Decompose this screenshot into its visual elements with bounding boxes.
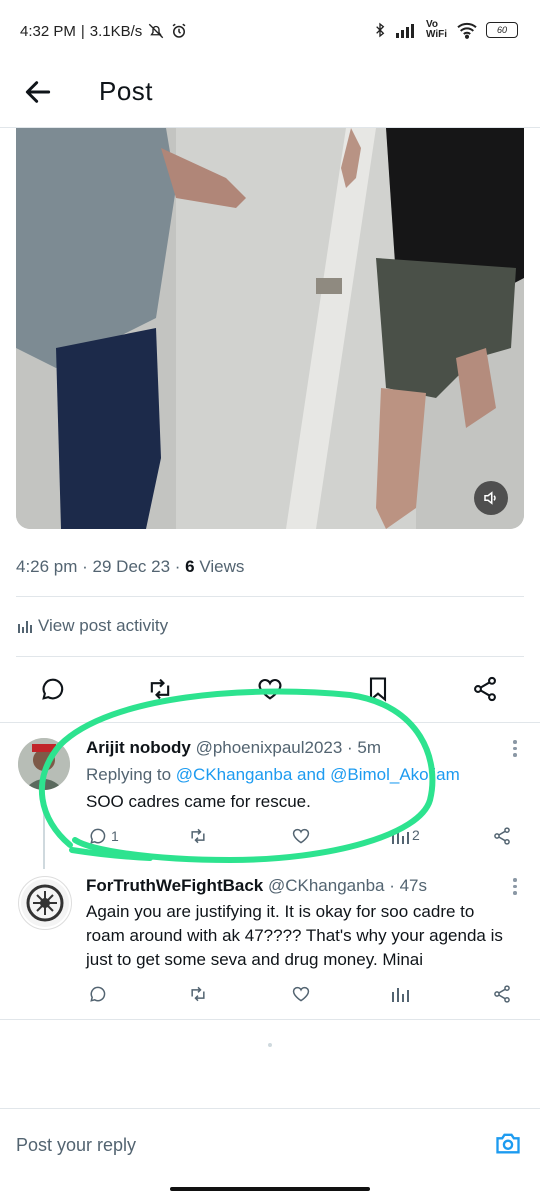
page-title: Post	[99, 76, 154, 106]
reply-icon	[42, 678, 64, 700]
reply-author-handle: @CKhanganba · 47s	[267, 876, 428, 895]
reply-button[interactable]: 1	[88, 826, 119, 846]
reply-composer[interactable]: Post your reply	[0, 1108, 540, 1179]
views-button[interactable]: 2	[391, 826, 420, 844]
post-timestamp: 4:26 pm · 29 Dec 23 ·	[16, 557, 186, 576]
repost-button[interactable]	[145, 674, 175, 704]
view-post-activity-link[interactable]: View post activity	[18, 616, 168, 636]
bookmark-icon	[369, 677, 387, 702]
like-button[interactable]	[291, 826, 311, 846]
reply-header: ForTruthWeFightBack @CKhanganba · 47s	[86, 876, 427, 896]
share-icon	[494, 827, 510, 845]
alarm-icon	[172, 23, 186, 38]
mention-link[interactable]: @Bimol_Akoijam	[330, 765, 460, 784]
reply-action-bar: 1 2	[86, 826, 522, 850]
heart-icon	[258, 678, 282, 700]
volume-toggle-button[interactable]	[474, 481, 508, 515]
avatar-photo-icon	[18, 738, 70, 790]
speaker-icon	[484, 491, 496, 505]
share-icon	[494, 985, 510, 1003]
meta-divider	[16, 596, 524, 597]
repost-button[interactable]	[188, 984, 208, 1004]
status-time: 4:32 PM	[20, 22, 76, 40]
repost-icon	[191, 828, 205, 844]
reply-divider	[0, 1019, 540, 1020]
vowifi-label: Vo WiFi	[426, 19, 448, 40]
avatar-emblem-icon	[21, 879, 69, 927]
back-arrow-icon[interactable]	[22, 76, 54, 108]
post-action-bar	[0, 670, 540, 710]
share-button[interactable]	[492, 826, 512, 846]
like-button[interactable]	[291, 984, 311, 1004]
reply-text: SOO cadres came for rescue.	[86, 792, 311, 811]
video-frame	[16, 128, 524, 529]
reply-header: Arijit nobody @phoenixpaul2023 · 5m	[86, 738, 381, 758]
signal-icon	[396, 24, 414, 38]
views-icon	[392, 988, 409, 1002]
reply-author-name[interactable]: ForTruthWeFightBack	[86, 876, 263, 895]
status-bar: 4:32 PM | 3.1KB/s Vo WiFi 60	[0, 0, 540, 64]
battery-level: 60	[496, 25, 507, 35]
thread-line	[43, 797, 45, 869]
reply-button[interactable]	[88, 984, 108, 1004]
reply-author-name[interactable]: Arijit nobody	[86, 738, 191, 757]
reply-author-handle: @phoenixpaul2023 · 5m	[195, 738, 382, 757]
more-options-icon[interactable]	[512, 740, 518, 760]
gesture-bar	[170, 1187, 370, 1191]
mute-icon	[149, 23, 164, 39]
share-icon	[474, 676, 496, 702]
heart-icon	[292, 986, 310, 1002]
share-button[interactable]	[470, 674, 500, 704]
avatar[interactable]	[18, 876, 72, 930]
share-button[interactable]	[492, 984, 512, 1004]
replying-and: and	[292, 765, 331, 784]
actions-divider	[0, 722, 540, 723]
bluetooth-icon	[376, 22, 385, 38]
mention-link[interactable]: @CKhanganba	[176, 765, 293, 784]
reply-count: 1	[111, 828, 119, 844]
repost-icon	[191, 986, 205, 1002]
repost-button[interactable]	[188, 826, 208, 846]
views-label: Views	[194, 557, 245, 576]
status-separator: |	[80, 22, 85, 40]
replying-to: Replying to @CKhanganba and @Bimol_Akoij…	[86, 765, 460, 785]
loading-dot	[268, 1043, 272, 1047]
like-button[interactable]	[255, 674, 285, 704]
reply-action-bar	[86, 984, 522, 1008]
reply-icon	[90, 828, 106, 844]
reply-input-placeholder[interactable]: Post your reply	[16, 1135, 136, 1156]
analytics-icon	[18, 621, 32, 633]
reply-button[interactable]	[38, 674, 68, 704]
network-speed: 3.1KB/s	[89, 22, 143, 40]
camera-icon[interactable]	[494, 1129, 522, 1157]
post-video[interactable]	[16, 128, 524, 529]
views-icon	[392, 830, 409, 844]
top-app-bar: Post	[0, 64, 540, 128]
activity-divider	[16, 656, 524, 657]
more-options-icon[interactable]	[512, 878, 518, 898]
reply-text: Again you are justifying it. It is okay …	[86, 902, 503, 969]
battery-icon: 60	[486, 22, 518, 38]
reply-icon	[90, 986, 106, 1002]
avatar[interactable]	[18, 738, 70, 790]
bookmark-button[interactable]	[363, 674, 393, 704]
views-count: 2	[412, 827, 420, 843]
replying-prefix: Replying to	[86, 765, 176, 784]
repost-icon	[150, 678, 170, 700]
activity-label: View post activity	[38, 616, 169, 635]
post-meta: 4:26 pm · 29 Dec 23 · 6 Views	[16, 557, 244, 577]
views-button[interactable]	[391, 984, 409, 1002]
views-count: 6	[185, 557, 195, 576]
heart-icon	[292, 828, 310, 844]
wifi-icon	[457, 22, 477, 39]
